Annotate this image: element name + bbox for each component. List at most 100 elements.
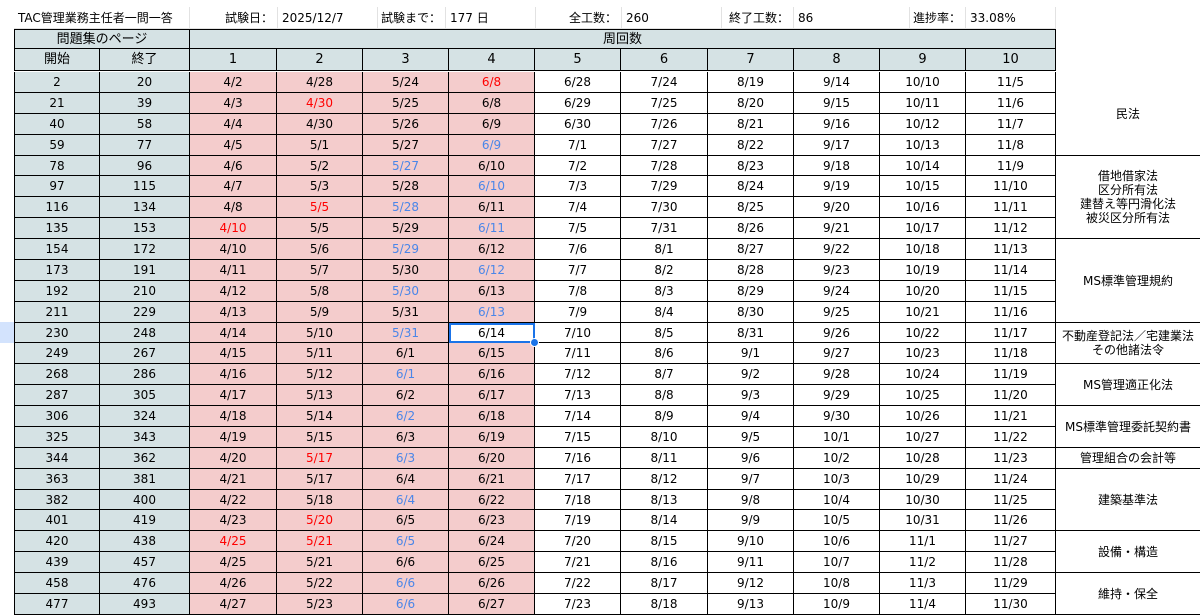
round-2-date-cell[interactable]: 5/2: [277, 156, 363, 176]
round-5-date-cell[interactable]: 7/10: [535, 323, 621, 343]
round-2-date-cell[interactable]: 5/1: [277, 135, 363, 156]
round-3-date-cell[interactable]: 6/5: [363, 510, 449, 531]
round-7-date-cell[interactable]: 9/5: [708, 427, 794, 448]
round-5-date-cell[interactable]: 7/15: [535, 427, 621, 448]
round-7-date-cell[interactable]: 8/24: [708, 176, 794, 197]
total-label[interactable]: 全工数：: [536, 7, 622, 29]
end-page-cell[interactable]: 115: [100, 176, 190, 197]
round-1-date-cell[interactable]: 4/3: [190, 93, 277, 114]
round-4-date-cell[interactable]: 6/10: [449, 176, 535, 197]
end-page-cell[interactable]: 20: [100, 72, 190, 93]
round-7-date-cell[interactable]: 8/23: [708, 156, 794, 176]
end-page-cell[interactable]: 267: [100, 343, 190, 364]
progress-label[interactable]: 進捗率：: [910, 7, 966, 29]
round-3-date-cell[interactable]: 5/28: [363, 197, 449, 218]
round-2-date-cell[interactable]: 5/15: [277, 427, 363, 448]
round-header-5[interactable]: 5: [535, 49, 621, 71]
start-page-cell[interactable]: 97: [14, 176, 100, 197]
round-6-date-cell[interactable]: 8/12: [621, 469, 708, 490]
progress-value[interactable]: 33.08%: [966, 7, 1056, 29]
round-1-date-cell[interactable]: 4/19: [190, 427, 277, 448]
start-page-cell[interactable]: 78: [14, 156, 100, 176]
end-page-cell[interactable]: 39: [100, 93, 190, 114]
end-page-cell[interactable]: 438: [100, 531, 190, 552]
round-1-date-cell[interactable]: 4/16: [190, 364, 277, 385]
round-9-date-cell[interactable]: 10/14: [880, 156, 966, 176]
round-3-date-cell[interactable]: 6/1: [363, 343, 449, 364]
round-6-date-cell[interactable]: 8/3: [621, 281, 708, 302]
round-5-date-cell[interactable]: 6/30: [535, 114, 621, 135]
round-7-date-cell[interactable]: 9/9: [708, 510, 794, 531]
round-7-date-cell[interactable]: 9/10: [708, 531, 794, 552]
round-4-date-cell[interactable]: 6/16: [449, 364, 535, 385]
round-4-date-cell[interactable]: 6/9: [449, 114, 535, 135]
round-1-date-cell[interactable]: 4/13: [190, 302, 277, 323]
start-page-cell[interactable]: 173: [14, 260, 100, 281]
round-5-date-cell[interactable]: 7/13: [535, 385, 621, 406]
round-8-date-cell[interactable]: 10/8: [794, 573, 880, 594]
round-6-date-cell[interactable]: 8/11: [621, 448, 708, 469]
round-2-date-cell[interactable]: 5/6: [277, 239, 363, 260]
round-4-date-cell[interactable]: 6/24: [449, 531, 535, 552]
round-2-date-cell[interactable]: 5/10: [277, 323, 363, 343]
end-page-cell[interactable]: 286: [100, 364, 190, 385]
round-6-date-cell[interactable]: 8/17: [621, 573, 708, 594]
round-10-date-cell[interactable]: 11/16: [966, 302, 1056, 323]
round-2-date-cell[interactable]: 5/17: [277, 448, 363, 469]
round-8-date-cell[interactable]: 9/22: [794, 239, 880, 260]
round-8-date-cell[interactable]: 9/16: [794, 114, 880, 135]
start-page-cell[interactable]: 420: [14, 531, 100, 552]
done-label[interactable]: 終了工数：: [722, 7, 794, 29]
round-5-date-cell[interactable]: 7/3: [535, 176, 621, 197]
round-3-date-cell[interactable]: 5/27: [363, 156, 449, 176]
end-page-cell[interactable]: 476: [100, 573, 190, 594]
round-8-date-cell[interactable]: 10/1: [794, 427, 880, 448]
round-7-date-cell[interactable]: 8/28: [708, 260, 794, 281]
round-5-date-cell[interactable]: 7/12: [535, 364, 621, 385]
subject-label[interactable]: 建築基準法: [1056, 469, 1200, 531]
round-2-date-cell[interactable]: 5/11: [277, 343, 363, 364]
round-9-date-cell[interactable]: 10/22: [880, 323, 966, 343]
round-8-date-cell[interactable]: 9/14: [794, 72, 880, 93]
round-4-date-cell[interactable]: 6/18: [449, 406, 535, 427]
round-5-date-cell[interactable]: 7/18: [535, 490, 621, 510]
round-header-3[interactable]: 3: [363, 49, 449, 71]
round-header-9[interactable]: 9: [880, 49, 966, 71]
start-page-cell[interactable]: 325: [14, 427, 100, 448]
start-page-cell[interactable]: 211: [14, 302, 100, 323]
round-8-date-cell[interactable]: 9/24: [794, 281, 880, 302]
round-6-date-cell[interactable]: 7/25: [621, 93, 708, 114]
round-10-date-cell[interactable]: 11/19: [966, 364, 1056, 385]
round-5-date-cell[interactable]: 7/17: [535, 469, 621, 490]
round-7-date-cell[interactable]: 9/8: [708, 490, 794, 510]
round-8-date-cell[interactable]: 9/19: [794, 176, 880, 197]
round-7-date-cell[interactable]: 8/20: [708, 93, 794, 114]
round-5-date-cell[interactable]: 7/9: [535, 302, 621, 323]
sheet-title-cell[interactable]: TAC管理業務主任者一問一答: [14, 7, 190, 29]
round-8-date-cell[interactable]: 10/3: [794, 469, 880, 490]
round-9-date-cell[interactable]: 11/4: [880, 594, 966, 615]
round-5-date-cell[interactable]: 7/11: [535, 343, 621, 364]
round-1-date-cell[interactable]: 4/25: [190, 531, 277, 552]
round-1-date-cell[interactable]: 4/27: [190, 594, 277, 615]
round-7-date-cell[interactable]: 8/29: [708, 281, 794, 302]
round-3-date-cell[interactable]: 5/24: [363, 72, 449, 93]
round-7-date-cell[interactable]: 9/3: [708, 385, 794, 406]
round-5-date-cell[interactable]: 7/20: [535, 531, 621, 552]
round-header-10[interactable]: 10: [966, 49, 1056, 71]
round-10-date-cell[interactable]: 11/20: [966, 385, 1056, 406]
round-header-2[interactable]: 2: [277, 49, 363, 71]
end-page-cell[interactable]: 381: [100, 469, 190, 490]
end-page-cell[interactable]: 324: [100, 406, 190, 427]
round-9-date-cell[interactable]: 10/28: [880, 448, 966, 469]
round-9-date-cell[interactable]: 10/23: [880, 343, 966, 364]
start-page-cell[interactable]: 21: [14, 93, 100, 114]
round-10-date-cell[interactable]: 11/14: [966, 260, 1056, 281]
round-7-date-cell[interactable]: 9/4: [708, 406, 794, 427]
round-10-date-cell[interactable]: 11/30: [966, 594, 1056, 615]
round-3-date-cell[interactable]: 6/6: [363, 552, 449, 573]
round-9-date-cell[interactable]: 10/21: [880, 302, 966, 323]
round-2-date-cell[interactable]: 5/5: [277, 197, 363, 218]
start-page-cell[interactable]: 40: [14, 114, 100, 135]
round-10-date-cell[interactable]: 11/22: [966, 427, 1056, 448]
